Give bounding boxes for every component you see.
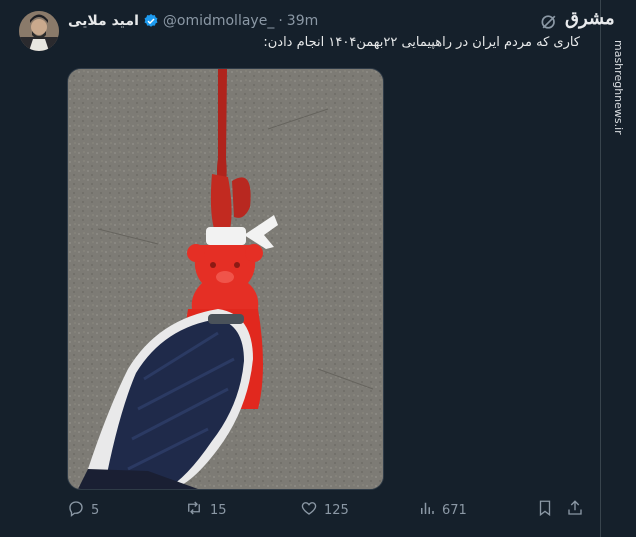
avatar[interactable] [19, 11, 59, 51]
like-count: 125 [324, 502, 349, 518]
separator-dot: · [278, 13, 283, 29]
handle[interactable]: @omidmollaye_ [163, 13, 274, 29]
action-bar: 5 15 125 671 [67, 499, 587, 521]
reply-count: 5 [91, 502, 100, 518]
like-button[interactable]: 125 [300, 499, 349, 521]
watermark-logo: مشرق [565, 8, 615, 29]
retweet-button[interactable]: 15 [184, 499, 227, 521]
tweet-photo[interactable] [67, 68, 384, 490]
watermark-site: mashreghnews.ir [612, 40, 625, 135]
retweet-count: 15 [210, 502, 227, 518]
tweet-text: کاری که مردم ایران در راهپیمایی ۲۲بهمن۱۴… [263, 35, 580, 50]
tweet-header: امید ملایی @omidmollaye_ · 39m [68, 11, 318, 31]
share-button[interactable] [566, 499, 590, 521]
views-count: 671 [442, 502, 467, 518]
bookmark-button[interactable] [536, 499, 560, 521]
views-button[interactable]: 671 [418, 499, 467, 521]
verified-badge-icon [143, 13, 159, 29]
reply-button[interactable]: 5 [67, 499, 99, 521]
views-icon [418, 499, 442, 521]
display-name[interactable]: امید ملایی [68, 13, 139, 29]
retweet-icon [184, 499, 210, 521]
tweet-card[interactable]: امید ملایی @omidmollaye_ · 39m کاری که م… [0, 0, 600, 537]
grok-icon[interactable] [539, 12, 559, 32]
share-icon [566, 499, 590, 521]
timestamp[interactable]: 39m [287, 13, 318, 29]
bookmark-icon [536, 499, 560, 521]
heart-icon [300, 499, 324, 521]
column-divider [600, 0, 601, 537]
reply-icon [67, 499, 91, 521]
